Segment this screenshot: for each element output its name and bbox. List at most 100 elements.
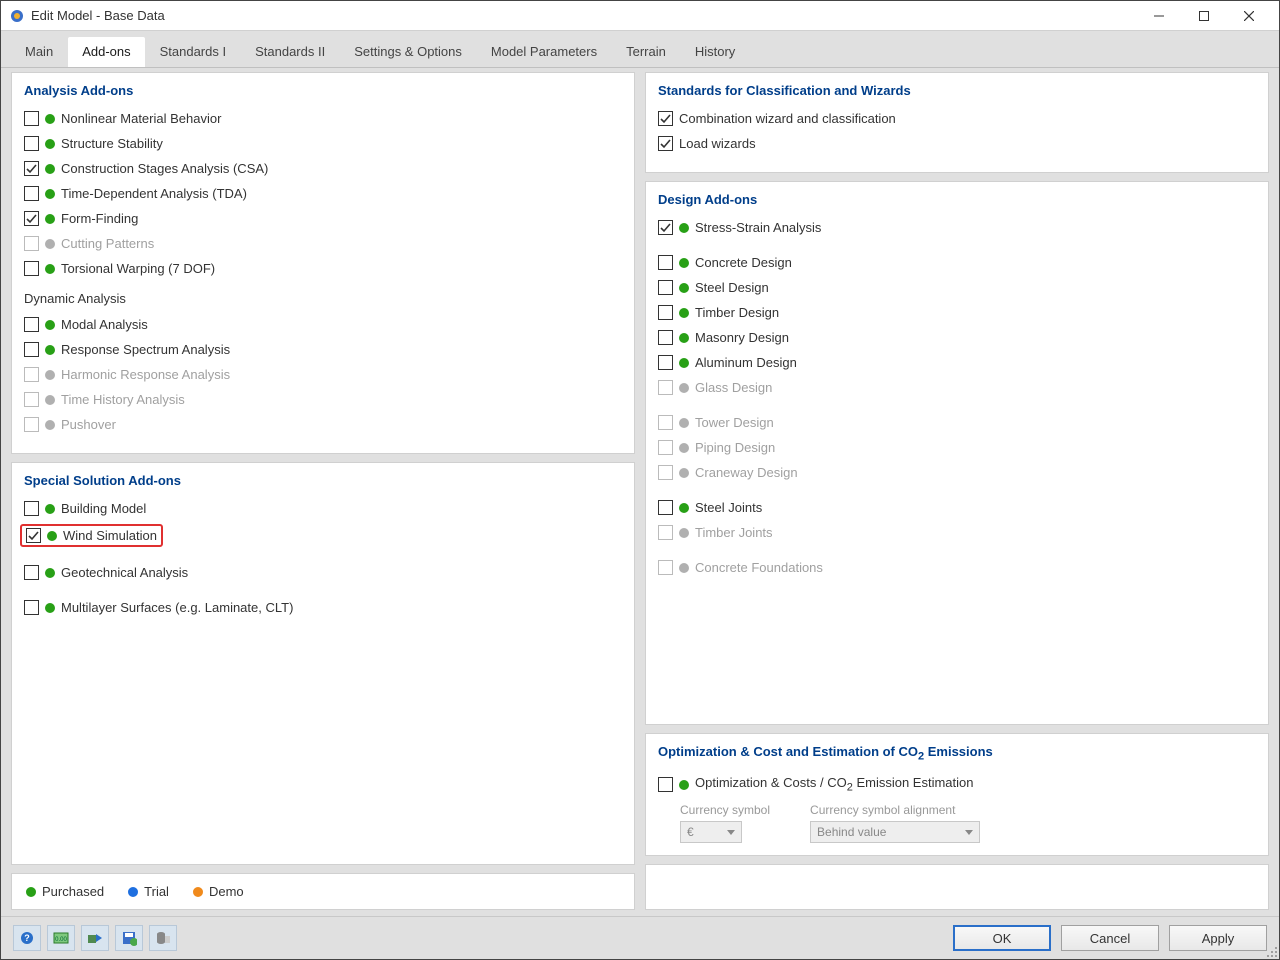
- checkbox-icon: [24, 236, 39, 251]
- checkbox-icon[interactable]: [24, 186, 39, 201]
- dot-icon: [679, 333, 689, 343]
- checkbox-harmonic-response-analysis: Harmonic Response Analysis: [24, 366, 622, 383]
- checkbox-multilayer-surfaces-e-g-laminate-clt-[interactable]: Multilayer Surfaces (e.g. Laminate, CLT): [24, 599, 622, 616]
- checkbox-geotechnical-analysis[interactable]: Geotechnical Analysis: [24, 564, 622, 581]
- checkbox-label: Timber Design: [695, 305, 779, 320]
- highlight-box: Wind Simulation: [20, 524, 163, 547]
- label-currency-symbol: Currency symbol: [680, 803, 770, 817]
- checkbox-icon[interactable]: [658, 136, 673, 151]
- checkbox-icon[interactable]: [24, 211, 39, 226]
- checkbox-building-model[interactable]: Building Model: [24, 500, 622, 517]
- checkbox-aluminum-design[interactable]: Aluminum Design: [658, 354, 1256, 371]
- checkbox-stress-strain-analysis[interactable]: Stress-Strain Analysis: [658, 219, 1256, 236]
- help-icon[interactable]: ?: [13, 925, 41, 951]
- checkbox-load-wizards[interactable]: Load wizards: [658, 135, 1256, 152]
- checkbox-icon[interactable]: [658, 111, 673, 126]
- checkbox-steel-joints[interactable]: Steel Joints: [658, 499, 1256, 516]
- checkbox-label: Nonlinear Material Behavior: [61, 111, 221, 126]
- legend-panel: Purchased Trial Demo: [11, 873, 635, 910]
- panel-title: Analysis Add-ons: [24, 83, 622, 98]
- tab-add-ons[interactable]: Add-ons: [68, 37, 144, 67]
- checkbox-glass-design: Glass Design: [658, 379, 1256, 396]
- cancel-button[interactable]: Cancel: [1061, 925, 1159, 951]
- checkbox-construction-stages-analysis-csa-[interactable]: Construction Stages Analysis (CSA): [24, 160, 622, 177]
- checkbox-optimization-costs[interactable]: Optimization & Costs / CO2 Emission Esti…: [658, 774, 1256, 795]
- dot-icon: [679, 563, 689, 573]
- dot-icon: [679, 383, 689, 393]
- apply-button[interactable]: Apply: [1169, 925, 1267, 951]
- tab-standards-ii[interactable]: Standards II: [241, 37, 339, 67]
- checkbox-structure-stability[interactable]: Structure Stability: [24, 135, 622, 152]
- ok-button[interactable]: OK: [953, 925, 1051, 951]
- checkbox-label: Glass Design: [695, 380, 772, 395]
- tab-main[interactable]: Main: [11, 37, 67, 67]
- checkbox-wind-simulation[interactable]: Wind Simulation: [24, 525, 622, 546]
- checkbox-icon[interactable]: [24, 501, 39, 516]
- checkbox-label: Craneway Design: [695, 465, 798, 480]
- minimize-button[interactable]: [1136, 2, 1181, 30]
- checkbox-icon[interactable]: [658, 255, 673, 270]
- tab-model-parameters[interactable]: Model Parameters: [477, 37, 611, 67]
- tab-settings-options[interactable]: Settings & Options: [340, 37, 476, 67]
- dot-icon: [193, 887, 203, 897]
- checkbox-masonry-design[interactable]: Masonry Design: [658, 329, 1256, 346]
- checkbox-combination-wizard-and-classification[interactable]: Combination wizard and classification: [658, 110, 1256, 127]
- checkbox-icon[interactable]: [24, 111, 39, 126]
- checkbox-modal-analysis[interactable]: Modal Analysis: [24, 316, 622, 333]
- tab-terrain[interactable]: Terrain: [612, 37, 680, 67]
- checkbox-form-finding[interactable]: Form-Finding: [24, 210, 622, 227]
- select-currency-alignment[interactable]: Behind value: [810, 821, 980, 843]
- checkbox-concrete-design[interactable]: Concrete Design: [658, 254, 1256, 271]
- panel-title: Standards for Classification and Wizards: [658, 83, 1256, 98]
- checkbox-nonlinear-material-behavior[interactable]: Nonlinear Material Behavior: [24, 110, 622, 127]
- checkbox-label: Time History Analysis: [61, 392, 185, 407]
- checkbox-icon[interactable]: [24, 136, 39, 151]
- dot-icon: [26, 887, 36, 897]
- checkbox-label: Construction Stages Analysis (CSA): [61, 161, 268, 176]
- checkbox-icon[interactable]: [24, 342, 39, 357]
- checkbox-icon[interactable]: [658, 330, 673, 345]
- checkbox-label: Piping Design: [695, 440, 775, 455]
- checkbox-icon[interactable]: [658, 220, 673, 235]
- checkbox-timber-design[interactable]: Timber Design: [658, 304, 1256, 321]
- checkbox-steel-design[interactable]: Steel Design: [658, 279, 1256, 296]
- database-icon[interactable]: [149, 925, 177, 951]
- checkbox-icon[interactable]: [658, 355, 673, 370]
- checkbox-icon[interactable]: [26, 528, 41, 543]
- dot-icon: [45, 504, 55, 514]
- save-icon[interactable]: [115, 925, 143, 951]
- dot-icon: [45, 139, 55, 149]
- checkbox-icon[interactable]: [24, 261, 39, 276]
- checkbox-icon[interactable]: [24, 600, 39, 615]
- checkbox-time-dependent-analysis-tda-[interactable]: Time-Dependent Analysis (TDA): [24, 185, 622, 202]
- checkbox-icon[interactable]: [24, 317, 39, 332]
- checkbox-icon[interactable]: [658, 777, 673, 792]
- run-icon[interactable]: [81, 925, 109, 951]
- checkbox-icon: [658, 380, 673, 395]
- checkbox-icon[interactable]: [24, 565, 39, 580]
- legend-demo: Demo: [193, 884, 244, 899]
- resize-grip-icon[interactable]: [1266, 946, 1278, 958]
- checkbox-icon[interactable]: [658, 280, 673, 295]
- checkbox-response-spectrum-analysis[interactable]: Response Spectrum Analysis: [24, 341, 622, 358]
- panel-title: Optimization & Cost and Estimation of CO…: [658, 744, 1256, 763]
- dot-icon: [679, 468, 689, 478]
- checkbox-label: Structure Stability: [61, 136, 163, 151]
- units-icon[interactable]: 0.00: [47, 925, 75, 951]
- checkbox-torsional-warping-7-dof-[interactable]: Torsional Warping (7 DOF): [24, 260, 622, 277]
- panel-title: Design Add-ons: [658, 192, 1256, 207]
- checkbox-icon: [658, 440, 673, 455]
- select-currency-symbol[interactable]: €: [680, 821, 742, 843]
- checkbox-label: Combination wizard and classification: [679, 111, 896, 126]
- checkbox-label: Timber Joints: [695, 525, 773, 540]
- checkbox-icon[interactable]: [658, 305, 673, 320]
- checkbox-icon: [24, 392, 39, 407]
- checkbox-icon[interactable]: [24, 161, 39, 176]
- tab-standards-i[interactable]: Standards I: [146, 37, 241, 67]
- maximize-button[interactable]: [1181, 2, 1226, 30]
- checkbox-label: Steel Joints: [695, 500, 762, 515]
- tab-history[interactable]: History: [681, 37, 749, 67]
- checkbox-icon[interactable]: [658, 500, 673, 515]
- close-button[interactable]: [1226, 2, 1271, 30]
- dot-icon: [679, 283, 689, 293]
